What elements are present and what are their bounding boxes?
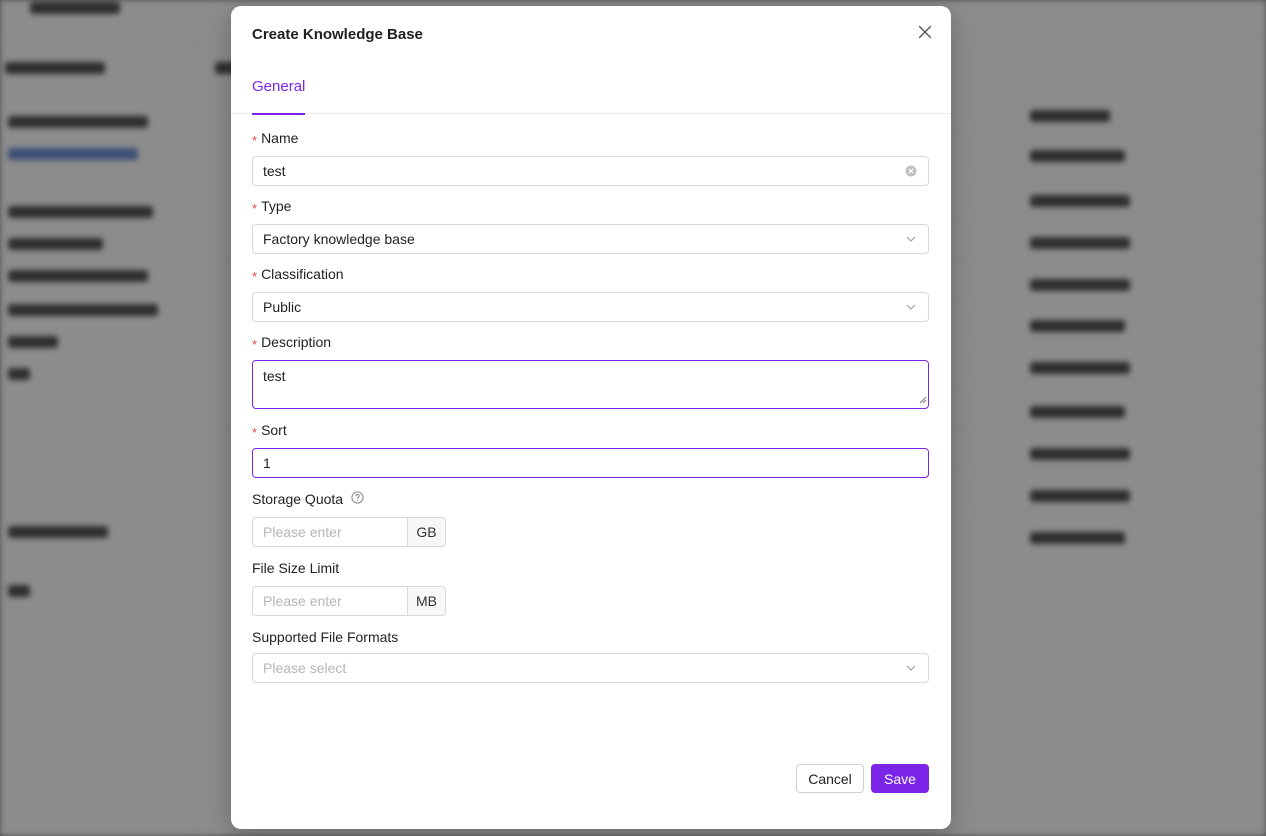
type-select[interactable]: Factory knowledge base xyxy=(252,224,929,254)
dialog-title: Create Knowledge Base xyxy=(252,26,423,43)
name-label: * Name xyxy=(252,130,299,148)
file-size-limit-group: Please enter MB xyxy=(252,586,446,616)
close-button[interactable] xyxy=(915,22,935,42)
file-size-limit-input[interactable]: Please enter xyxy=(252,586,407,616)
required-asterisk: * xyxy=(252,133,258,148)
question-circle-icon[interactable] xyxy=(351,491,364,507)
dialog-tabs: General xyxy=(231,66,951,115)
cancel-button[interactable]: Cancel xyxy=(796,764,864,793)
name-input[interactable]: test xyxy=(252,156,929,186)
chevron-down-icon xyxy=(904,232,918,246)
classification-select[interactable]: Public xyxy=(252,292,929,322)
create-knowledge-base-dialog: Create Knowledge Base General * Name test… xyxy=(231,6,951,829)
required-asterisk: * xyxy=(252,337,258,352)
storage-quota-input[interactable]: Please enter xyxy=(252,517,407,547)
supported-formats-placeholder: Please select xyxy=(263,660,347,676)
required-asterisk: * xyxy=(252,425,258,440)
required-asterisk: * xyxy=(252,269,258,284)
classification-label: * Classification xyxy=(252,266,344,284)
storage-quota-unit: GB xyxy=(407,517,446,547)
supported-formats-label: Supported File Formats xyxy=(252,629,399,645)
sort-input[interactable]: 1 xyxy=(252,448,929,478)
sort-input-value: 1 xyxy=(263,455,271,471)
description-textarea[interactable]: test xyxy=(252,360,929,409)
close-icon[interactable] xyxy=(915,22,935,42)
required-asterisk: * xyxy=(252,201,258,216)
storage-quota-label: Storage Quota xyxy=(252,491,364,508)
file-size-limit-unit: MB xyxy=(407,586,446,616)
resize-grip-icon[interactable] xyxy=(919,391,927,407)
type-select-value: Factory knowledge base xyxy=(263,231,415,247)
type-label: * Type xyxy=(252,198,292,216)
supported-formats-select[interactable]: Please select xyxy=(252,653,929,683)
tab-general-label: General xyxy=(252,78,306,95)
clear-circle-icon[interactable] xyxy=(904,164,918,178)
file-size-limit-label: File Size Limit xyxy=(252,560,340,576)
chevron-down-icon xyxy=(904,661,918,675)
storage-quota-group: Please enter GB xyxy=(252,517,446,547)
name-input-value: test xyxy=(263,163,286,179)
description-textarea-value: test xyxy=(263,368,286,384)
sort-label: * Sort xyxy=(252,422,287,440)
tab-general[interactable]: General xyxy=(252,78,306,115)
classification-select-value: Public xyxy=(263,299,302,315)
save-button[interactable]: Save xyxy=(871,764,929,793)
description-label: * Description xyxy=(252,334,332,352)
tab-active-indicator xyxy=(252,113,306,115)
chevron-down-icon xyxy=(904,300,918,314)
